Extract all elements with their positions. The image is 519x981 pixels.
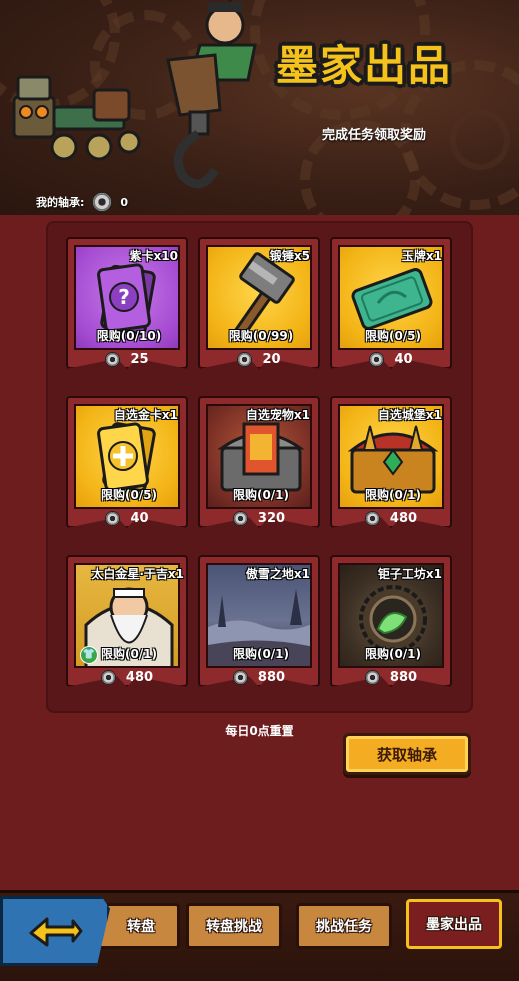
purchase-limit: 限购(0/99) (228, 329, 294, 343)
get-bearing-button[interactable]: 获取轴承 (343, 733, 471, 775)
shop-item-card[interactable]: 限购(0/1) 自选宠物x1 320 (198, 396, 320, 539)
item-price: 40 (66, 511, 188, 526)
shop-item-card[interactable]: 👕 限购(0/1) 太白金星·于吉x1 480 (66, 555, 188, 698)
item-name: 傲雪之地x1 (245, 567, 310, 581)
bearing-icon (100, 670, 116, 685)
svg-text:?: ? (118, 285, 130, 309)
item-name: 自选城堡x1 (377, 408, 442, 422)
bearing-icon (364, 670, 380, 685)
bearing-icon (369, 352, 385, 367)
item-price: 480 (330, 511, 452, 526)
purchase-limit: 限购(0/5) (100, 488, 158, 502)
item-price: 320 (198, 511, 320, 526)
price-value: 40 (394, 352, 413, 367)
shop-item-card[interactable]: 限购(0/1) 钜子工坊x1 880 (330, 555, 452, 698)
item-name: 自选宠物x1 (245, 408, 310, 422)
price-value: 320 (257, 511, 286, 526)
bearing-count: 0 (120, 195, 129, 209)
item-name: 紫卡x10 (129, 249, 178, 263)
page-title: 墨家出品 (276, 41, 453, 90)
price-value: 25 (130, 352, 149, 367)
crane-hook-character-icon (166, 0, 257, 189)
bearing-label: 我的轴承: (36, 196, 85, 209)
item-name: 玉牌x1 (401, 249, 442, 263)
bearing-icon (232, 670, 248, 685)
shop-item-card[interactable]: 限购(0/5) 玉牌x1 40 (330, 237, 452, 380)
price-value: 40 (130, 511, 149, 526)
item-price: 880 (330, 670, 452, 685)
price-value: 480 (125, 670, 154, 685)
shop-item-card[interactable]: ? 限购(0/10) 紫卡x10 25 (66, 237, 188, 380)
shop-item-card[interactable]: 限购(0/1) 自选城堡x1 480 (330, 396, 452, 539)
item-price: 25 (66, 352, 188, 367)
item-name: 钜子工坊x1 (377, 567, 442, 581)
bearing-icon (232, 511, 248, 526)
price-value: 880 (389, 670, 418, 685)
item-price: 880 (198, 670, 320, 685)
header-banner: 墨家出品 完成任务领取奖励 (0, 0, 519, 215)
purchase-limit: 限购(0/1) (364, 488, 422, 502)
back-button[interactable] (0, 896, 110, 966)
mech-robot-icon (12, 75, 141, 161)
item-price: 480 (66, 670, 188, 685)
item-name: 锻锤x5 (269, 249, 310, 263)
purchase-limit: 限购(0/1) (364, 647, 422, 661)
tab-mohist-products[interactable]: 墨家出品 (406, 899, 502, 949)
bearing-icon (92, 192, 113, 212)
bearing-icon (105, 352, 121, 367)
purchase-limit: 限购(0/1) (232, 647, 290, 661)
purchase-limit: 限购(0/1) (100, 647, 158, 661)
item-name: 自选金卡x1 (113, 408, 178, 422)
tab-challenge-tasks[interactable]: 挑战任务 (296, 903, 392, 949)
bearing-icon (237, 352, 253, 367)
item-name: 太白金星·于吉x1 (91, 567, 184, 581)
purchase-limit: 限购(0/5) (364, 329, 422, 343)
back-arrow-icon (29, 917, 83, 947)
purchase-limit: 限购(0/10) (96, 329, 162, 343)
purchase-limit: 限购(0/1) (232, 488, 290, 502)
price-value: 880 (257, 670, 286, 685)
item-price: 40 (330, 352, 452, 367)
shop-item-card[interactable]: 限购(0/99) 锻锤x5 20 (198, 237, 320, 380)
item-price: 20 (198, 352, 320, 367)
my-bearing-balance: 我的轴承: 0 (36, 192, 128, 212)
bearing-icon (364, 511, 380, 526)
shop-panel: ? 限购(0/10) 紫卡x10 25 限购(0/99) 锻锤x5 20 限购(… (46, 221, 473, 713)
price-value: 20 (262, 352, 281, 367)
gear-decoration (450, 110, 510, 170)
bearing-icon (105, 511, 121, 526)
tab-spin-challenge[interactable]: 转盘挑战 (186, 903, 282, 949)
shop-item-card[interactable]: 限购(0/1) 傲雪之地x1 880 (198, 555, 320, 698)
page-subtitle: 完成任务领取奖励 (322, 128, 427, 143)
shop-item-card[interactable]: 限购(0/5) 自选金卡x1 40 (66, 396, 188, 539)
price-value: 480 (389, 511, 418, 526)
tab-label: 转盘 (127, 919, 155, 935)
